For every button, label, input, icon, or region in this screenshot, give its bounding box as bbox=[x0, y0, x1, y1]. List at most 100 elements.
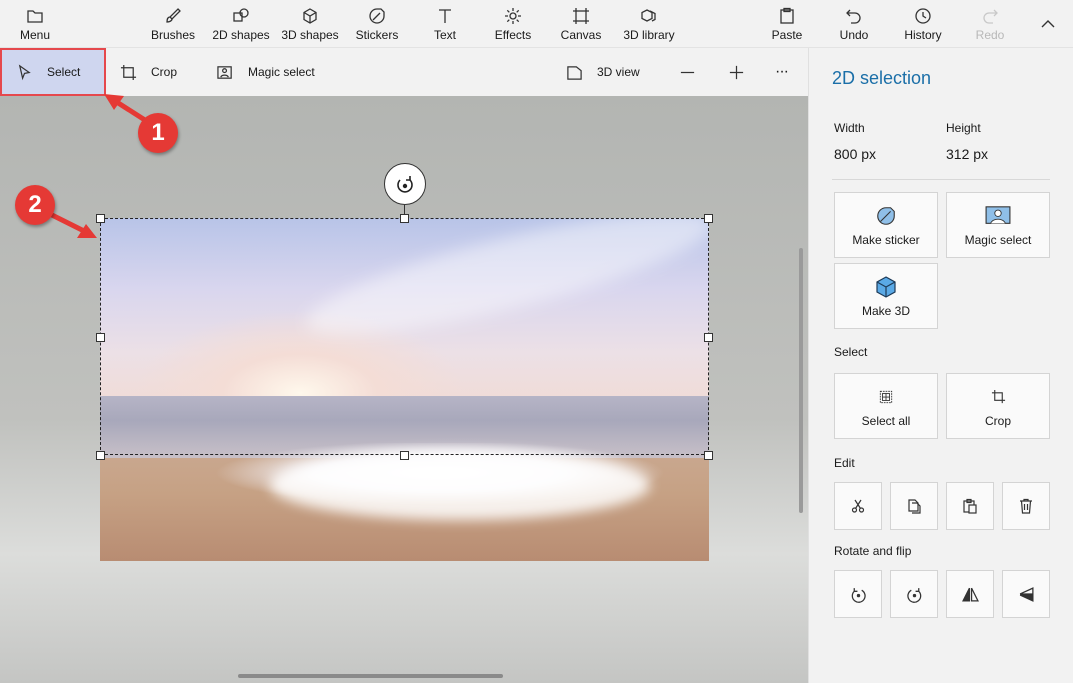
width-value[interactable]: 800 px bbox=[834, 146, 876, 162]
panel-crop-label: Crop bbox=[984, 413, 1011, 428]
2d-shapes-button[interactable]: 2D shapes bbox=[210, 0, 272, 48]
panel-magic-select-button[interactable]: Magic select bbox=[946, 192, 1050, 258]
crop-tool-button[interactable]: Crop bbox=[120, 48, 177, 96]
canvas-icon bbox=[573, 8, 589, 24]
callout-2: 2 bbox=[15, 185, 55, 225]
make-3d-button[interactable]: Make 3D bbox=[834, 263, 938, 329]
copy-button[interactable] bbox=[890, 482, 938, 530]
rotate-right-icon bbox=[906, 587, 921, 603]
history-label: History bbox=[904, 28, 942, 42]
sticker-icon bbox=[877, 206, 895, 225]
flip-horizontal-button[interactable] bbox=[946, 570, 994, 618]
minus-icon bbox=[680, 71, 695, 73]
3d-library-label: 3D library bbox=[623, 28, 675, 42]
brushes-button[interactable]: Brushes bbox=[146, 0, 200, 48]
3d-shapes-label: 3D shapes bbox=[281, 28, 339, 42]
undo-label: Undo bbox=[839, 28, 869, 42]
resize-handle-bottom-left[interactable] bbox=[96, 451, 105, 460]
height-label: Height bbox=[946, 121, 981, 135]
resize-handle-top[interactable] bbox=[400, 214, 409, 223]
rotate-flip-section-label: Rotate and flip bbox=[834, 544, 912, 558]
resize-handle-right[interactable] bbox=[704, 333, 713, 342]
width-label: Width bbox=[834, 121, 865, 135]
text-label: Text bbox=[433, 28, 456, 42]
3d-shapes-button[interactable]: 3D shapes bbox=[280, 0, 340, 48]
crop-tool-label: Crop bbox=[151, 65, 178, 79]
canvas-area[interactable] bbox=[0, 96, 808, 683]
flip-vertical-button[interactable] bbox=[1002, 570, 1050, 618]
paste-button-panel[interactable] bbox=[946, 482, 994, 530]
paste-label: Paste bbox=[771, 28, 803, 42]
horizontal-scrollbar[interactable] bbox=[238, 674, 503, 678]
zoom-out-button[interactable] bbox=[679, 48, 696, 96]
stickers-label: Stickers bbox=[355, 28, 399, 42]
text-icon bbox=[439, 9, 451, 23]
cut-button[interactable] bbox=[834, 482, 882, 530]
trash-icon bbox=[1020, 498, 1032, 514]
collapse-menu-button[interactable] bbox=[1038, 14, 1058, 34]
vertical-scrollbar[interactable] bbox=[799, 248, 803, 513]
resize-handle-top-right[interactable] bbox=[704, 214, 713, 223]
resize-handle-bottom-right[interactable] bbox=[704, 451, 713, 460]
redo-label: Redo bbox=[975, 28, 1005, 42]
make-sticker-button[interactable]: Make sticker bbox=[834, 192, 938, 258]
select-all-label: Select all bbox=[861, 413, 911, 428]
delete-button[interactable] bbox=[1002, 482, 1050, 530]
magic-select-icon bbox=[217, 65, 232, 79]
paste-icon bbox=[780, 7, 794, 24]
canvas-button[interactable]: Canvas bbox=[558, 0, 604, 48]
chevron-up-icon bbox=[1041, 20, 1055, 28]
folder-icon bbox=[27, 10, 43, 23]
rotate-right-button[interactable] bbox=[890, 570, 938, 618]
3d-view-label: 3D view bbox=[597, 65, 640, 79]
resize-handle-left[interactable] bbox=[96, 333, 105, 342]
resize-handle-top-left[interactable] bbox=[96, 214, 105, 223]
panel-title: 2D selection bbox=[832, 68, 932, 88]
panel-crop-button[interactable]: Crop bbox=[946, 373, 1050, 439]
zoom-in-button[interactable] bbox=[728, 48, 745, 96]
make-sticker-label: Make sticker bbox=[852, 232, 920, 247]
callout-1: 1 bbox=[138, 113, 178, 153]
rotate-left-button[interactable] bbox=[834, 570, 882, 618]
paste-button[interactable]: Paste bbox=[767, 0, 807, 48]
select-all-button[interactable]: Select all bbox=[834, 373, 938, 439]
select-all-icon bbox=[879, 390, 893, 403]
edit-section-label: Edit bbox=[834, 456, 855, 470]
photo-wave-foam bbox=[270, 450, 650, 520]
selection-toolbar: Select Crop Magic select 3D view ··· bbox=[0, 48, 808, 96]
effects-button[interactable]: Effects bbox=[490, 0, 536, 48]
brush-icon bbox=[166, 8, 181, 23]
redo-icon bbox=[983, 9, 998, 24]
magic-select-tool-label: Magic select bbox=[248, 65, 315, 79]
history-button[interactable]: History bbox=[901, 0, 945, 48]
flip-vertical-icon bbox=[1019, 586, 1034, 602]
effects-icon bbox=[505, 8, 521, 24]
scissors-icon bbox=[851, 499, 865, 513]
flip-horizontal-icon bbox=[961, 587, 979, 602]
magic-select-icon bbox=[985, 205, 1011, 224]
cube-icon bbox=[876, 275, 896, 298]
2d-shapes-label: 2D shapes bbox=[212, 28, 270, 42]
selection-box[interactable] bbox=[100, 218, 709, 455]
stickers-button[interactable]: Stickers bbox=[350, 0, 404, 48]
rotate-handle[interactable] bbox=[384, 163, 426, 205]
text-button[interactable]: Text bbox=[425, 0, 465, 48]
more-options-button[interactable]: ··· bbox=[775, 48, 789, 96]
select-tool-button[interactable]: Select bbox=[0, 48, 106, 96]
brushes-label: Brushes bbox=[150, 28, 196, 42]
rotate-left-icon bbox=[851, 587, 866, 603]
height-value[interactable]: 312 px bbox=[946, 146, 988, 162]
menu-button[interactable]: Menu bbox=[10, 0, 60, 48]
magic-select-tool-button[interactable]: Magic select bbox=[217, 48, 315, 96]
sticker-icon bbox=[369, 8, 385, 24]
resize-handle-bottom[interactable] bbox=[400, 451, 409, 460]
3d-view-button[interactable]: 3D view bbox=[566, 48, 640, 96]
3d-view-icon bbox=[567, 65, 582, 80]
undo-icon bbox=[846, 9, 861, 24]
effects-label: Effects bbox=[494, 28, 532, 42]
crop-icon bbox=[991, 389, 1005, 404]
3d-library-button[interactable]: 3D library bbox=[620, 0, 678, 48]
undo-button[interactable]: Undo bbox=[834, 0, 874, 48]
redo-button[interactable]: Redo bbox=[972, 0, 1008, 48]
make-3d-label: Make 3D bbox=[861, 303, 911, 318]
